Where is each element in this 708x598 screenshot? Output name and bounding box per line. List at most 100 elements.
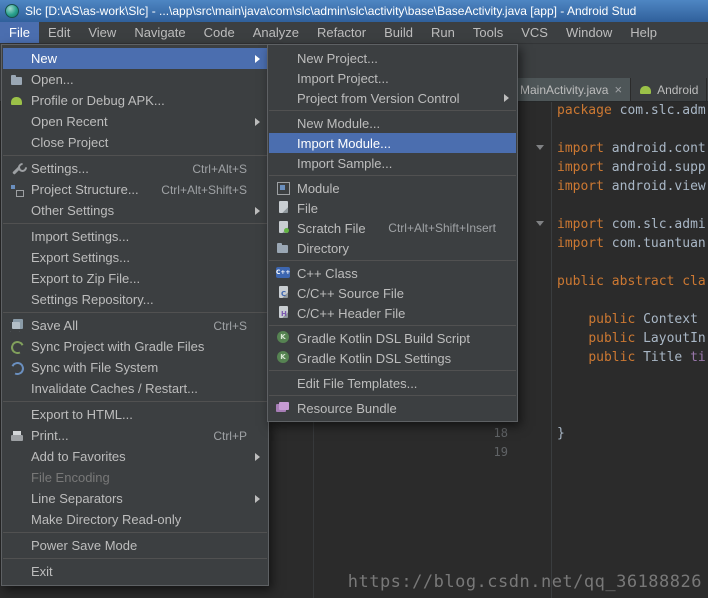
- submenu-item-import-module[interactable]: Import Module...: [269, 133, 516, 153]
- menu-item-line-separators[interactable]: Line Separators: [3, 488, 267, 509]
- android-icon: [639, 83, 653, 96]
- menu-separator: [269, 175, 516, 176]
- menubar-item-window[interactable]: Window: [557, 22, 621, 43]
- fold-marker-icon[interactable]: [536, 145, 544, 150]
- menu-item-make-directory-read-only[interactable]: Make Directory Read-only: [3, 509, 267, 530]
- new-submenu-popup: New Project... Import Project... Project…: [267, 44, 518, 422]
- menu-item-project-structure[interactable]: Project Structure... Ctrl+Alt+Shift+S: [3, 179, 267, 200]
- editor-tab-android[interactable]: Android: [631, 78, 708, 101]
- gradle-sync-icon: [10, 340, 25, 354]
- title-bar[interactable]: Slc [D:\AS\as-work\Slc] - ...\app\src\ma…: [0, 0, 708, 22]
- menu-item-open-recent[interactable]: Open Recent: [3, 111, 267, 132]
- submenu-item-import-project[interactable]: Import Project...: [269, 68, 516, 88]
- menu-item-open[interactable]: Open...: [3, 69, 267, 90]
- submenu-item-file[interactable]: File: [269, 198, 516, 218]
- file-sync-icon: [10, 361, 25, 375]
- submenu-item-c-c-header-file[interactable]: C/C++ Header File: [269, 303, 516, 323]
- submenu-item-project-from-version-control[interactable]: Project from Version Control: [269, 88, 516, 108]
- menubar-item-code[interactable]: Code: [195, 22, 244, 43]
- menu-item-close-project[interactable]: Close Project: [3, 132, 267, 153]
- submenu-item-directory[interactable]: Directory: [269, 238, 516, 258]
- code-line: package com.slc.adm: [557, 103, 706, 118]
- line-number: 18: [493, 426, 508, 440]
- submenu-arrow-icon: [255, 54, 260, 63]
- code-line: }: [557, 426, 565, 441]
- menu-item-settings[interactable]: Settings... Ctrl+Alt+S: [3, 158, 267, 179]
- menu-item-add-to-favorites[interactable]: Add to Favorites: [3, 446, 267, 467]
- menubar-item-help[interactable]: Help: [621, 22, 666, 43]
- code-editor[interactable]: package com.slc.adm import android.cont im…: [557, 101, 706, 462]
- menubar-item-run[interactable]: Run: [422, 22, 464, 43]
- menu-separator: [269, 325, 516, 326]
- fold-marker-icon[interactable]: [536, 221, 544, 226]
- tab-close-icon[interactable]: ×: [614, 83, 622, 96]
- submenu-item-new-project[interactable]: New Project...: [269, 48, 516, 68]
- menu-separator: [3, 558, 267, 559]
- menu-item-icon: [10, 204, 25, 218]
- menubar-item-file[interactable]: File: [0, 22, 39, 43]
- menu-item-icon: [10, 115, 25, 129]
- gradle-kotlin-icon: [276, 331, 291, 345]
- submenu-arrow-icon: [504, 94, 509, 102]
- menu-item-sync-with-file-system[interactable]: Sync with File System: [3, 357, 267, 378]
- menubar-item-analyze[interactable]: Analyze: [244, 22, 308, 43]
- save-all-icon: [10, 318, 25, 333]
- submenu-item-import-sample[interactable]: Import Sample...: [269, 153, 516, 173]
- menu-item-icon: [10, 513, 25, 527]
- menubar-item-build[interactable]: Build: [375, 22, 422, 43]
- menu-item-icon: [276, 136, 291, 150]
- submenu-item-new-module[interactable]: New Module...: [269, 113, 516, 133]
- menu-item-icon: [276, 51, 291, 65]
- menu-item-invalidate-caches-restart[interactable]: Invalidate Caches / Restart...: [3, 378, 267, 399]
- submenu-item-c-c-source-file[interactable]: C/C++ Source File: [269, 283, 516, 303]
- menu-item-export-to-zip-file[interactable]: Export to Zip File...: [3, 268, 267, 289]
- menu-item-icon: [10, 293, 25, 307]
- menu-item-power-save-mode[interactable]: Power Save Mode: [3, 535, 267, 556]
- menubar-item-view[interactable]: View: [79, 22, 125, 43]
- android-studio-window: Slc [D:\AS\as-work\Slc] - ...\app\src\ma…: [0, 0, 708, 598]
- menu-separator: [269, 260, 516, 261]
- menu-item-icon: [10, 539, 25, 553]
- menu-item-export-settings[interactable]: Export Settings...: [3, 247, 267, 268]
- menu-item-file-encoding[interactable]: File Encoding: [3, 467, 267, 488]
- menubar-item-edit[interactable]: Edit: [39, 22, 79, 43]
- menubar-item-tools[interactable]: Tools: [464, 22, 512, 43]
- printer-icon: [10, 429, 25, 443]
- menu-separator: [3, 312, 267, 313]
- menu-item-other-settings[interactable]: Other Settings: [3, 200, 267, 221]
- csdn-watermark: https://blog.csdn.net/qq_36188826: [347, 572, 702, 592]
- menu-item-export-to-html[interactable]: Export to HTML...: [3, 404, 267, 425]
- menu-item-exit[interactable]: Exit: [3, 561, 267, 582]
- menu-item-print[interactable]: Print... Ctrl+P: [3, 425, 267, 446]
- submenu-item-edit-file-templates[interactable]: Edit File Templates...: [269, 373, 516, 393]
- menu-item-settings-repository[interactable]: Settings Repository...: [3, 289, 267, 310]
- file-icon: [276, 201, 291, 215]
- submenu-item-scratch-file[interactable]: Scratch File Ctrl+Alt+Shift+Insert: [269, 218, 516, 238]
- menu-item-icon: [10, 136, 25, 150]
- menubar-item-navigate[interactable]: Navigate: [125, 22, 194, 43]
- menu-item-import-settings[interactable]: Import Settings...: [3, 226, 267, 247]
- menu-item-new[interactable]: New: [3, 48, 267, 69]
- submenu-item-resource-bundle[interactable]: Resource Bundle: [269, 398, 516, 418]
- menu-item-icon: [10, 251, 25, 265]
- submenu-item-module[interactable]: Module: [269, 178, 516, 198]
- menu-item-profile-or-debug-apk[interactable]: Profile or Debug APK...: [3, 90, 267, 111]
- cpp-source-icon: [276, 286, 291, 300]
- menu-item-save-all[interactable]: Save All Ctrl+S: [3, 315, 267, 336]
- submenu-item-gradle-kotlin-dsl-settings[interactable]: Gradle Kotlin DSL Settings: [269, 348, 516, 368]
- menu-separator: [269, 395, 516, 396]
- submenu-item-gradle-kotlin-dsl-build-script[interactable]: Gradle Kotlin DSL Build Script: [269, 328, 516, 348]
- menubar-item-vcs[interactable]: VCS: [512, 22, 557, 43]
- menu-separator: [269, 370, 516, 371]
- menu-item-icon: [10, 450, 25, 464]
- editor-tab-mainactivity-java[interactable]: MainActivity.java ×: [512, 78, 632, 101]
- menu-item-icon: [10, 382, 25, 396]
- android-studio-logo-icon: [5, 4, 19, 18]
- scratch-file-icon: [276, 221, 291, 235]
- menubar-item-refactor[interactable]: Refactor: [308, 22, 375, 43]
- submenu-item-c-class[interactable]: C++ Class: [269, 263, 516, 283]
- menu-item-sync-project-with-gradle-files[interactable]: Sync Project with Gradle Files: [3, 336, 267, 357]
